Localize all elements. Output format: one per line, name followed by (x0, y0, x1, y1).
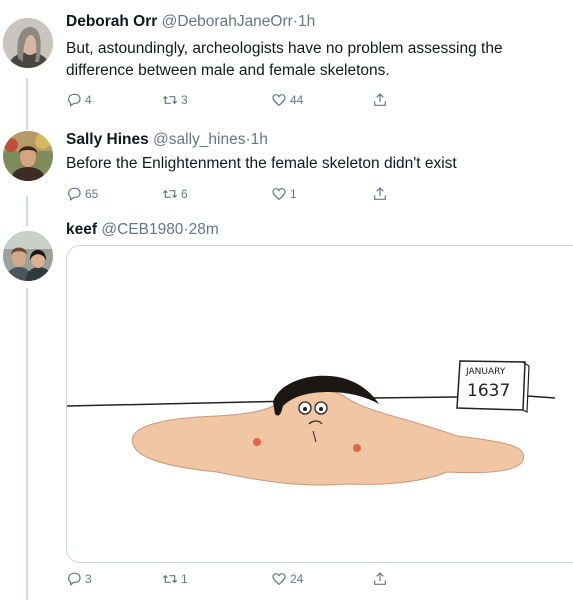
timestamp[interactable]: 28m (189, 221, 219, 238)
reply-icon (68, 187, 81, 201)
reply-count: 4 (85, 93, 92, 107)
calendar-year: 1637 (467, 381, 510, 401)
like-button[interactable]: 44 (271, 92, 303, 108)
tweet-sally-hines[interactable]: Sally Hines @sally_hines·1h Before the E… (0, 125, 573, 225)
reply-button[interactable]: 3 (66, 571, 92, 587)
reply-count: 3 (85, 572, 92, 586)
user-handle[interactable]: @sally_hines (153, 131, 245, 148)
tweet-text-line: Before the Enlightenment the female skel… (66, 155, 457, 172)
timestamp[interactable]: 1h (298, 13, 315, 30)
like-button[interactable]: 1 (271, 186, 297, 202)
share-button[interactable] (372, 186, 388, 202)
user-handle[interactable]: @CEB1980 (101, 221, 183, 238)
tweet-header: Deborah Orr @DeborahJaneOrr·1h (66, 13, 315, 31)
retweet-icon (162, 95, 178, 105)
avatar[interactable] (3, 131, 53, 181)
share-button[interactable] (372, 92, 388, 108)
retweet-button[interactable]: 1 (162, 571, 188, 587)
user-handle[interactable]: @DeborahJaneOrr (162, 13, 293, 30)
timestamp[interactable]: 1h (251, 131, 268, 148)
share-icon (374, 93, 386, 106)
tweet-image[interactable]: JANUARY 1637 (66, 245, 573, 563)
share-icon (374, 187, 386, 200)
calendar-month: JANUARY (465, 367, 506, 377)
tweet-text-line: But, astoundingly, archeologists have no… (66, 40, 503, 57)
reply-button[interactable]: 4 (66, 92, 92, 108)
tweet-header: keef @CEB1980·28m (66, 221, 219, 239)
display-name[interactable]: Sally Hines (66, 131, 149, 148)
share-button[interactable] (372, 571, 388, 587)
retweet-count: 3 (181, 93, 188, 107)
tweet-text: Before the Enlightenment the female skel… (66, 153, 566, 175)
retweet-count: 1 (181, 572, 188, 586)
heart-icon (272, 573, 286, 586)
display-name[interactable]: keef (66, 221, 97, 238)
tweet-actions: 65 6 1 (66, 186, 486, 206)
retweet-count: 6 (181, 187, 188, 201)
reply-icon (68, 572, 81, 586)
tweet-deborah-orr[interactable]: Deborah Orr @DeborahJaneOrr·1h But, asto… (0, 0, 573, 125)
retweet-icon (162, 574, 178, 584)
tweet-text: But, astoundingly, archeologists have no… (66, 38, 566, 82)
like-count: 24 (290, 572, 304, 586)
tweet-actions: 3 1 24 (66, 571, 486, 591)
retweet-button[interactable]: 3 (162, 92, 188, 108)
avatar[interactable] (3, 18, 53, 68)
reply-count: 65 (85, 187, 99, 201)
tweet-actions: 4 3 44 (66, 92, 486, 112)
heart-icon (272, 188, 286, 201)
share-icon (374, 572, 386, 585)
cartoon-drawing: JANUARY 1637 (67, 360, 556, 486)
tweet-text-line: difference between male and female skele… (66, 62, 390, 79)
reply-icon (68, 93, 81, 107)
like-button[interactable]: 24 (271, 571, 303, 587)
tweet-header: Sally Hines @sally_hines·1h (66, 131, 268, 149)
tweet-keef[interactable]: keef @CEB1980·28m JANUARY 1637 3 1 24 (0, 221, 573, 600)
retweet-button[interactable]: 6 (162, 186, 188, 202)
display-name[interactable]: Deborah Orr (66, 13, 157, 30)
retweet-icon (162, 189, 178, 199)
heart-icon (272, 94, 286, 107)
avatar[interactable] (3, 231, 53, 281)
reply-button[interactable]: 65 (66, 186, 98, 202)
like-count: 1 (290, 187, 297, 201)
like-count: 44 (290, 93, 304, 107)
